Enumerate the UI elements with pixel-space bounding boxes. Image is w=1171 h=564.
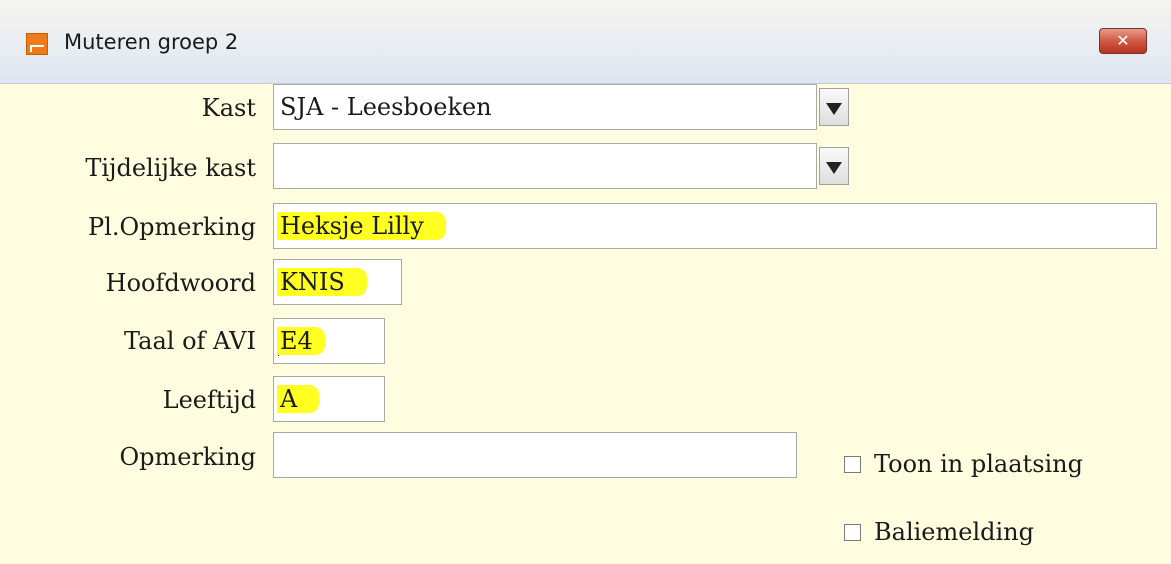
taal-of-avi-input[interactable]: E4 <box>273 318 385 364</box>
hoofdwoord-label: Hoofdwoord <box>105 269 256 297</box>
leeftijd-input[interactable]: A <box>273 376 385 422</box>
taal-of-avi-value: E4 <box>277 327 325 355</box>
pl-opmerking-value: Heksje Lilly <box>277 212 446 240</box>
taal-of-avi-label: Taal of AVI <box>124 327 256 355</box>
toon-in-plaatsing-checkbox[interactable] <box>844 456 861 473</box>
kast-dropdown-button[interactable] <box>819 88 849 126</box>
kast-select[interactable]: SJA - Leesboeken <box>273 84 817 130</box>
hoofdwoord-value: KNIS <box>277 268 367 296</box>
opmerking-input[interactable] <box>273 432 797 478</box>
chevron-down-icon <box>826 103 842 115</box>
opmerking-label: Opmerking <box>119 443 256 471</box>
pl-opmerking-label: Pl.Opmerking <box>88 213 256 241</box>
baliemelding-label[interactable]: Baliemelding <box>874 517 1034 547</box>
app-icon <box>26 33 48 55</box>
pl-opmerking-input[interactable]: Heksje Lilly <box>273 203 1157 249</box>
title-bar: Muteren groep 2 ✕ <box>0 0 1171 84</box>
dialog-window: Muteren groep 2 ✕ Kast SJA - Leesboeken … <box>0 0 1171 564</box>
chevron-down-icon <box>826 162 842 174</box>
close-button[interactable]: ✕ <box>1099 28 1147 54</box>
window-title: Muteren groep 2 <box>64 30 239 54</box>
leeftijd-label: Leeftijd <box>162 386 256 414</box>
close-icon: ✕ <box>1116 31 1130 50</box>
leeftijd-value: A <box>277 385 320 413</box>
tijdelijke-kast-label: Tijdelijke kast <box>85 154 256 182</box>
baliemelding-checkbox[interactable] <box>844 524 861 541</box>
kast-label: Kast <box>201 94 256 122</box>
toon-in-plaatsing-label[interactable]: Toon in plaatsing <box>874 449 1083 479</box>
tijdelijke-kast-dropdown-button[interactable] <box>819 147 849 185</box>
kast-value: SJA - Leesboeken <box>280 93 492 121</box>
hoofdwoord-input[interactable]: KNIS <box>273 259 402 305</box>
tijdelijke-kast-select[interactable] <box>273 143 817 189</box>
